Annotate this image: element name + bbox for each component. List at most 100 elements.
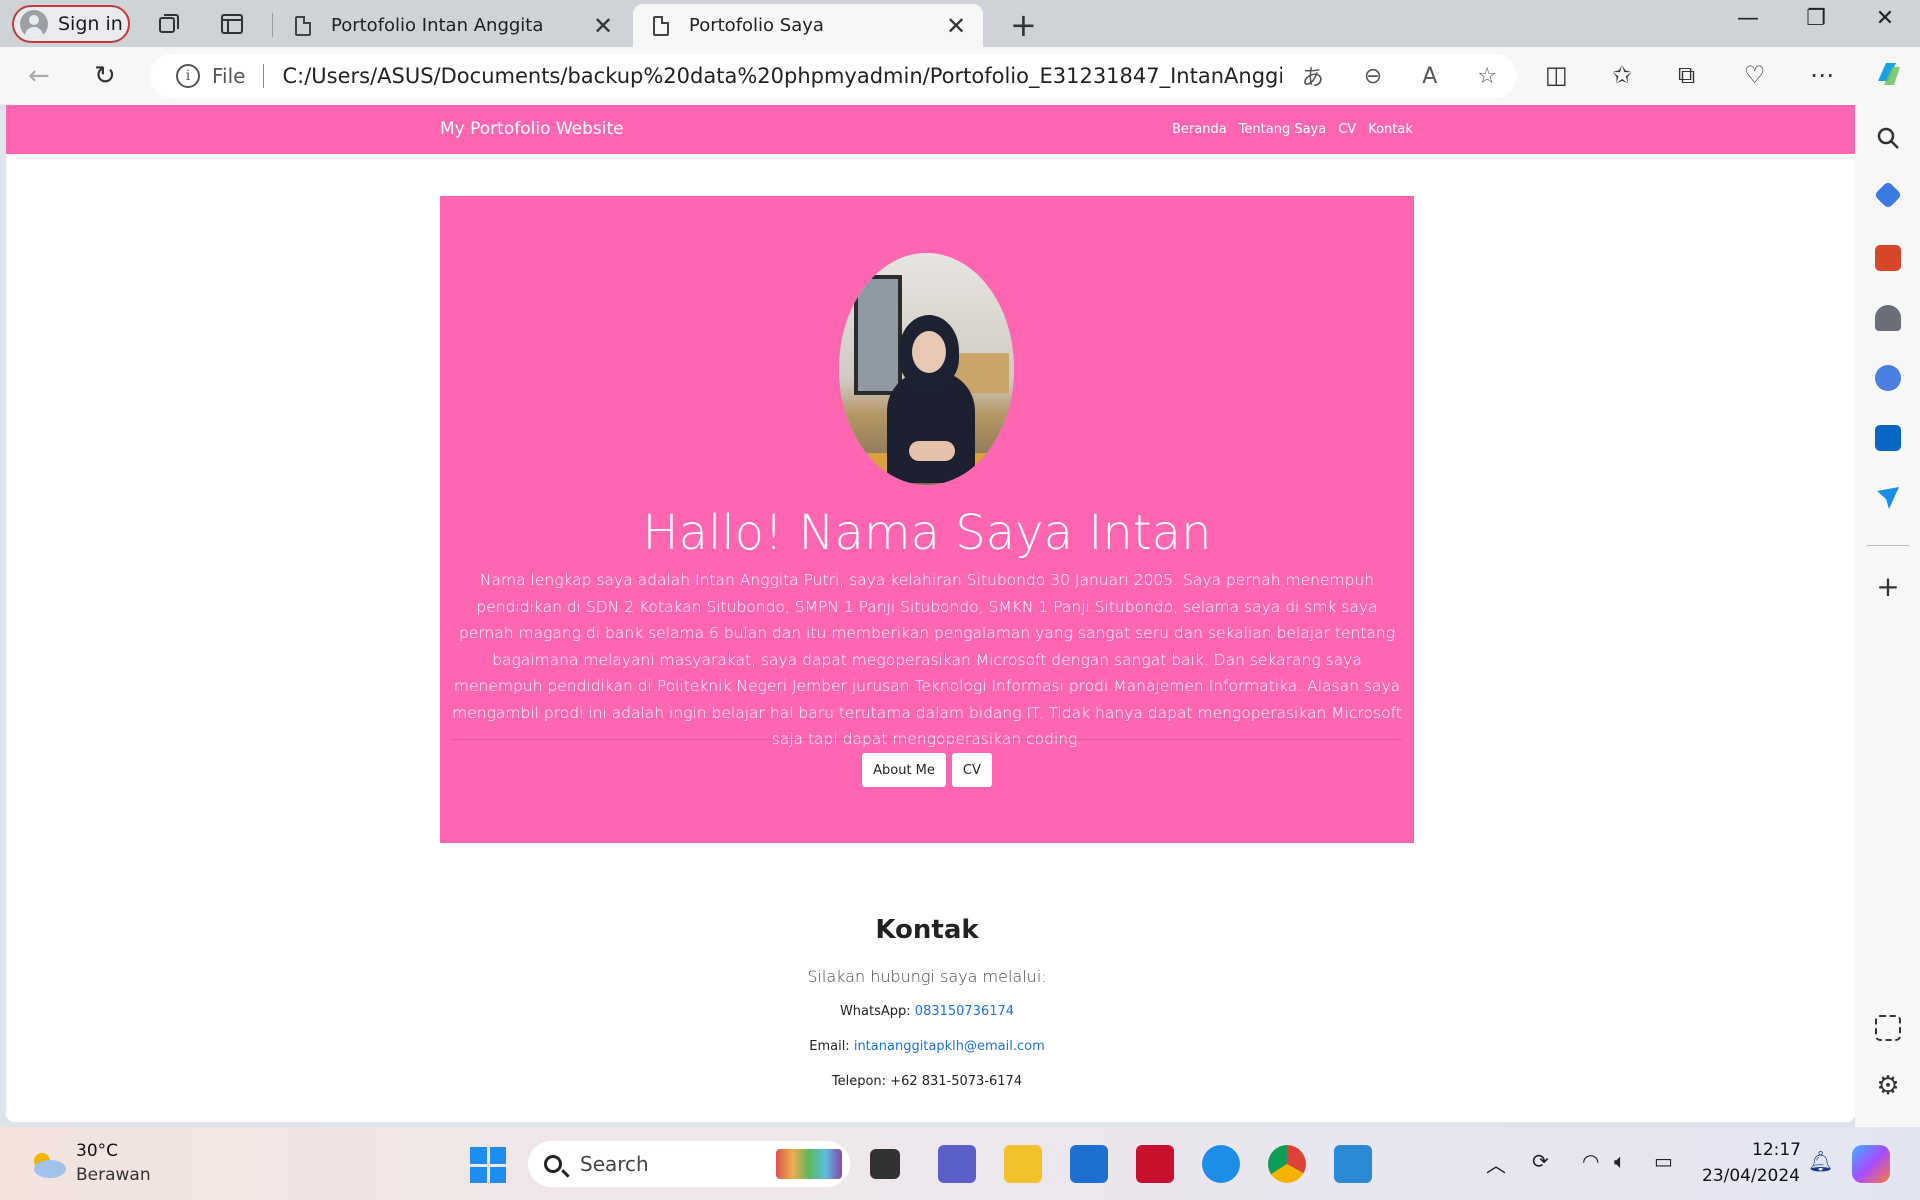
copilot-icon[interactable] — [1872, 57, 1906, 98]
profile-avatar-icon — [20, 10, 48, 38]
minimize-icon[interactable]: — — [1725, 6, 1771, 31]
about-me-button[interactable]: About Me — [862, 753, 946, 787]
site-menu: Beranda Tentang Saya CV Kontak — [1172, 122, 1413, 137]
chrome-icon[interactable] — [1268, 1145, 1306, 1183]
sync-icon[interactable]: ⟳ — [1532, 1149, 1549, 1173]
hero-section: Hallo! Nama Saya Intan Nama lengkap saya… — [440, 196, 1414, 843]
tab-title: Portofolio Saya — [689, 15, 824, 36]
hero-heading: Hallo! Nama Saya Intan — [642, 505, 1212, 561]
browser-essentials-icon[interactable]: ♡ — [1744, 61, 1766, 89]
info-icon[interactable]: i — [176, 64, 200, 88]
outlook-icon[interactable] — [1875, 425, 1901, 451]
tab-actions-icon[interactable] — [218, 10, 246, 38]
close-window-icon[interactable]: ✕ — [1862, 6, 1908, 31]
sidebar-divider — [1867, 545, 1909, 546]
tab-separator — [272, 13, 273, 37]
menu-beranda[interactable]: Beranda — [1172, 122, 1227, 137]
profile-signin-button[interactable]: Sign in — [12, 5, 130, 43]
search-label: Search — [580, 1152, 649, 1176]
favorite-star-icon[interactable]: ☆ — [1477, 64, 1497, 89]
refresh-icon[interactable]: ↻ — [94, 61, 116, 91]
close-tab-icon[interactable]: ✕ — [588, 12, 618, 40]
windows-taskbar: 30°C Berawan Search ︿ ⟳ ◠ 🔈︎ ▭ 12:17 23/… — [0, 1127, 1920, 1200]
screenshot-icon[interactable] — [1875, 1015, 1901, 1041]
start-windows-icon[interactable] — [470, 1147, 506, 1183]
tab-portofolio-intan[interactable]: Portofolio Intan Anggita ✕ — [275, 4, 630, 47]
microsoft-store-icon[interactable] — [1070, 1145, 1108, 1183]
drop-send-icon[interactable] — [1875, 485, 1901, 511]
add-app-icon[interactable]: + — [1875, 573, 1901, 601]
more-menu-icon[interactable]: ⋯ — [1810, 61, 1834, 89]
search-magnifier-icon — [544, 1155, 562, 1173]
microsoft365-icon[interactable] — [1875, 365, 1901, 391]
read-aloud-icon[interactable]: A — [1422, 64, 1437, 89]
contact-section: Kontak Silakan hubungi saya melalui: Wha… — [440, 915, 1414, 1109]
menu-kontak[interactable]: Kontak — [1368, 122, 1413, 137]
tab-strip: Sign in Portofolio Intan Anggita ✕ Porto… — [0, 0, 1920, 47]
mcafee-icon[interactable] — [1136, 1145, 1174, 1183]
site-brand[interactable]: My Portofolio Website — [440, 119, 624, 139]
phone-line: Telepon: +62 831-5073-6174 — [831, 1074, 1023, 1089]
games-icon[interactable] — [1875, 305, 1901, 331]
edge-sidebar: + ⚙ — [1855, 105, 1920, 1127]
task-view-icon[interactable] — [870, 1149, 900, 1179]
close-tab-icon[interactable]: ✕ — [941, 12, 971, 40]
page-viewport: My Portofolio Website Beranda Tentang Sa… — [6, 105, 1855, 1122]
shopping-tag-icon[interactable] — [1873, 180, 1903, 210]
restore-icon[interactable]: ❐ — [1793, 6, 1839, 31]
site-navbar: My Portofolio Website Beranda Tentang Sa… — [6, 105, 1855, 154]
clock-date[interactable]: 23/04/2024 — [1702, 1166, 1800, 1186]
search-highlight-icon — [776, 1149, 842, 1179]
whatsapp-line: WhatsApp: 083150736174 — [440, 1004, 1414, 1019]
collections-icon[interactable]: ⧉ — [1678, 61, 1695, 89]
split-screen-icon[interactable]: ◫ — [1545, 61, 1568, 89]
page-icon — [653, 15, 669, 36]
notification-bell-icon[interactable]: 🔔︎ — [1808, 1149, 1833, 1173]
wifi-icon[interactable]: ◠ — [1582, 1149, 1599, 1173]
address-bar[interactable]: i File C:/Users/ASUS/Documents/backup%20… — [150, 54, 1517, 98]
clock-time[interactable]: 12:17 — [1752, 1140, 1801, 1160]
contact-lead: Silakan hubungi saya melalui: — [807, 967, 1047, 986]
weather-description[interactable]: Berawan — [76, 1165, 151, 1185]
tab-title: Portofolio Intan Anggita — [331, 15, 544, 36]
taskbar-search[interactable]: Search — [528, 1141, 850, 1187]
battery-icon[interactable]: ▭ — [1654, 1149, 1673, 1173]
email-label: Email: — [809, 1039, 850, 1054]
weather-cloud-icon[interactable] — [28, 1149, 68, 1179]
edge-browser-icon[interactable] — [1202, 1145, 1240, 1183]
teams-icon[interactable] — [938, 1145, 976, 1183]
show-hidden-icons-chevron-icon[interactable]: ︿ — [1486, 1149, 1506, 1178]
search-icon[interactable] — [1875, 125, 1901, 151]
page-icon — [295, 15, 311, 36]
cv-button[interactable]: CV — [951, 753, 992, 787]
translate-icon[interactable]: あ — [1302, 60, 1324, 92]
workspaces-icon[interactable] — [155, 10, 183, 38]
whatsapp-link[interactable]: 083150736174 — [915, 1004, 1014, 1019]
settings-gear-icon[interactable]: ⚙ — [1875, 1073, 1901, 1099]
file-explorer-icon[interactable] — [1004, 1145, 1042, 1183]
address-divider — [263, 64, 265, 88]
address-toolbar: ← ↻ i File C:/Users/ASUS/Documents/backu… — [0, 47, 1920, 105]
contact-title: Kontak — [875, 915, 979, 945]
vscode-icon[interactable] — [1334, 1145, 1372, 1183]
profile-photo — [839, 253, 1014, 485]
menu-tentang-saya[interactable]: Tentang Saya — [1239, 122, 1327, 137]
url-text[interactable]: C:/Users/ASUS/Documents/backup%20data%20… — [282, 64, 1281, 88]
hero-description: Nama lengkap saya adalah Intan Anggita P… — [452, 571, 1402, 748]
favorites-icon[interactable]: ✩ — [1612, 61, 1632, 89]
copilot-preview-icon[interactable] — [1852, 1145, 1890, 1183]
weather-temperature[interactable]: 30°C — [76, 1141, 118, 1161]
volume-icon[interactable]: 🔈︎ — [1614, 1149, 1626, 1173]
hero-buttons: About Me CV — [440, 753, 1414, 787]
back-arrow-icon[interactable]: ← — [28, 61, 50, 91]
email-line: Email: intananggitapklh@email.com — [440, 1039, 1414, 1054]
tools-icon[interactable] — [1875, 245, 1901, 271]
email-link[interactable]: intananggitapklh@email.com — [854, 1039, 1045, 1054]
zoom-icon[interactable]: ⊖ — [1364, 64, 1382, 89]
new-tab-icon[interactable]: + — [1010, 6, 1037, 44]
menu-cv[interactable]: CV — [1338, 122, 1356, 137]
whatsapp-label: WhatsApp: — [839, 1004, 911, 1019]
tab-portofolio-saya[interactable]: Portofolio Saya ✕ — [633, 4, 983, 47]
scheme-label: File — [212, 64, 246, 88]
signin-label: Sign in — [58, 13, 123, 35]
